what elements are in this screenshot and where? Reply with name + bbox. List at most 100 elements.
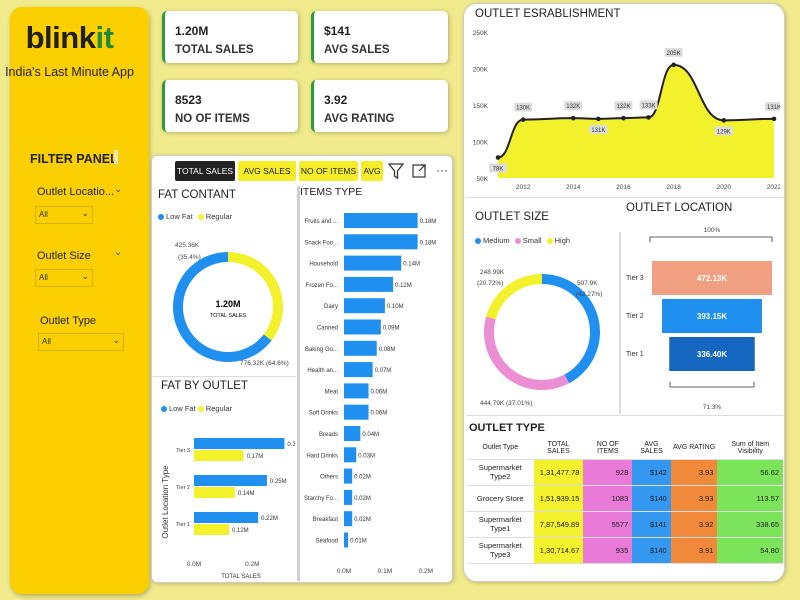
table-cell: 928 (583, 459, 633, 486)
chevron-down-icon: ⌄ (81, 208, 89, 218)
column-header[interactable]: AVG RATING (670, 437, 718, 460)
donut-label-high: 248.99K (480, 269, 505, 276)
x-tick-label: 2012 (516, 184, 531, 191)
data-point[interactable] (771, 116, 777, 122)
tier-label: Tier 1 (626, 351, 644, 358)
data-point[interactable] (721, 118, 727, 123)
item-category-label: Baking Go... (305, 347, 338, 353)
tab-total-sales[interactable]: TOTAL SALES (175, 161, 235, 181)
item-category-label: Fruits and ... (305, 219, 339, 225)
outlet-size-legend: Medium Small High (475, 236, 570, 245)
donut-slice-small[interactable] (484, 316, 570, 390)
fat-bar-low-fat[interactable] (194, 438, 285, 449)
outlet-type-select[interactable]: All ⌄ (38, 333, 124, 351)
chevron-down-icon: ⌄ (81, 271, 89, 281)
kpi-label: AVG SALES (324, 44, 390, 56)
fat-bar-regular[interactable] (194, 487, 235, 498)
table-cell: 3.92 (670, 511, 718, 538)
x-tick-label: 2018 (666, 184, 681, 191)
fat-content-title: FAT CONTANT (158, 189, 236, 201)
table-cell: 7,87,549.89 (533, 511, 584, 538)
table-row: Supermarket Type1 7,87,549.89 5577 $141 … (467, 511, 783, 538)
data-point[interactable] (495, 155, 501, 160)
kpi-card-total-sales[interactable]: 1.20M TOTAL SALES (162, 11, 298, 63)
y-tick-label: 50K (476, 176, 488, 183)
point-label: 129K (717, 129, 731, 135)
blinkit-logo: blinkit (25, 20, 114, 55)
chevron-down-icon[interactable]: ⌄ (114, 247, 122, 258)
item-category-label: Soft Drinks (309, 411, 338, 417)
item-bar[interactable] (344, 426, 361, 441)
fat-bar-regular[interactable] (194, 524, 229, 535)
item-bar[interactable] (344, 468, 353, 484)
data-point[interactable] (570, 115, 576, 121)
table-cell: $141 (632, 511, 671, 538)
donut-label-high-pct: (20.72%) (477, 280, 503, 287)
kpi-card-no-of-items[interactable]: 8523 NO OF ITEMS (162, 80, 298, 132)
table-cell: $142 (632, 459, 671, 486)
item-bar[interactable] (344, 255, 402, 271)
donut-label-low-fat: 776.32K (64.6%) (240, 360, 289, 367)
focus-mode-icon[interactable] (412, 164, 426, 178)
items-type-bar-chart: Fruits and ... 0.18M Snack Foo... 0.18M Hous… (304, 213, 436, 575)
point-label: 131K (591, 128, 605, 134)
tab-avg-sales[interactable]: AVG SALES (238, 161, 296, 181)
outlet-size-donut: 248.99K (20.72%) 507.9K (42.27%) 444.79K… (477, 269, 602, 407)
fat-bar-low-fat[interactable] (194, 475, 267, 486)
column-header[interactable]: Outlet Type (467, 437, 534, 460)
outlet-establishment-title: OUTLET ESRABLISHMENT (475, 8, 621, 20)
item-bar[interactable] (344, 489, 353, 505)
table-cell: 1,31,477.78 (533, 459, 584, 486)
item-bar[interactable] (344, 340, 377, 356)
item-bar[interactable] (344, 404, 369, 420)
legend-dot (197, 214, 204, 221)
y-tick-label: 250K (473, 30, 489, 37)
kpi-label: AVG RATING (324, 113, 395, 125)
more-options-icon[interactable]: ··· (436, 163, 448, 177)
filter-icon[interactable] (387, 163, 405, 180)
kpi-value: $141 (324, 24, 351, 38)
tab-no-of-items[interactable]: NO OF ITEMS (299, 161, 358, 181)
item-bar[interactable] (344, 319, 381, 335)
fat-content-legend: Low Fat Regular (158, 212, 232, 221)
x-tick-label: 2014 (566, 184, 581, 191)
item-bar[interactable] (344, 213, 418, 228)
column-header[interactable]: TOTAL SALES (533, 437, 584, 460)
kpi-card-avg-sales[interactable]: $141 AVG SALES (311, 11, 448, 63)
table-cell: Supermarket Type1 (467, 511, 534, 538)
item-category-label: Starchy Fo... (304, 496, 338, 502)
outlet-location-select[interactable]: All ⌄ (35, 206, 93, 224)
data-point[interactable] (621, 115, 626, 121)
item-bar[interactable] (344, 234, 418, 250)
divider (153, 376, 296, 377)
item-bar[interactable] (344, 362, 373, 378)
item-bar[interactable] (344, 383, 369, 399)
table-cell: 56.62 (717, 459, 783, 486)
fat-bar-low-fat[interactable] (194, 512, 259, 523)
column-header[interactable]: AVG SALES (632, 437, 671, 460)
item-bar[interactable] (344, 511, 353, 527)
fat-bar-regular[interactable] (194, 450, 244, 461)
bar-value-label: 0.17M (247, 454, 264, 460)
item-category-label: Dairy (324, 304, 338, 310)
item-value-label: 0.03M (358, 453, 375, 459)
column-header[interactable]: Sum of Item Visibility (717, 437, 783, 460)
item-bar[interactable] (344, 298, 385, 314)
chevron-down-icon[interactable]: ⌄ (114, 184, 122, 195)
donut-slice-regular[interactable] (228, 252, 283, 341)
data-point[interactable] (646, 115, 651, 120)
outlet-size-select[interactable]: All ⌄ (35, 269, 93, 287)
column-header[interactable]: NO OF ITEMS (583, 437, 633, 460)
item-value-label: 0.06M (371, 411, 388, 417)
item-bar[interactable] (344, 276, 394, 292)
point-label: 131K (767, 105, 780, 111)
item-bar[interactable] (344, 532, 349, 548)
data-point[interactable] (596, 116, 601, 122)
data-point[interactable] (520, 117, 526, 122)
item-bar[interactable] (344, 447, 357, 463)
filter-label-outlet-size: Outlet Size (37, 250, 91, 262)
tab-avg-rating[interactable]: AVG (361, 161, 383, 181)
data-point[interactable] (671, 62, 676, 68)
legend-dot (546, 238, 553, 245)
kpi-card-avg-rating[interactable]: 3.92 AVG RATING (311, 80, 448, 132)
